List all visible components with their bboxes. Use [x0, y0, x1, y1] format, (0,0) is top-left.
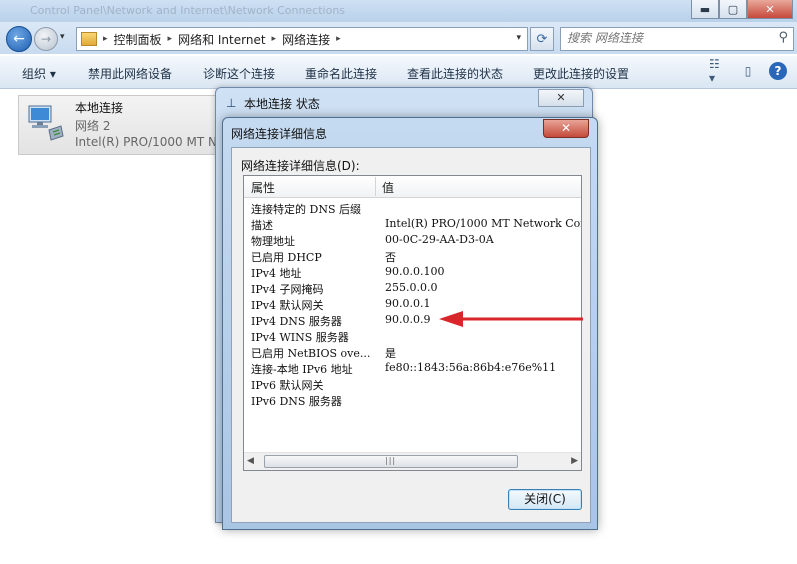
- value-cell: 00-0C-29-AA-D3-0A: [385, 233, 494, 246]
- listview-rows: 连接特定的 DNS 后缀 描述 Intel(R) PRO/1000 MT Netwo…: [244, 200, 581, 408]
- address-dropdown-icon[interactable]: ▾: [516, 33, 521, 43]
- search-box[interactable]: ⚲: [560, 27, 794, 51]
- table-row[interactable]: 连接特定的 DNS 后缀: [244, 200, 581, 216]
- value-cell: 是: [385, 347, 396, 360]
- listview-header: 属性 值: [244, 176, 581, 198]
- property-cell: 连接特定的 DNS 后缀: [251, 203, 361, 216]
- table-row[interactable]: 描述 Intel(R) PRO/1000 MT Network Conn: [244, 216, 581, 232]
- connection-device: Intel(R) PRO/1000 MT N: [75, 135, 217, 149]
- breadcrumb-network-connections[interactable]: 网络连接: [282, 31, 330, 48]
- column-header-value[interactable]: 值: [382, 179, 394, 196]
- help-icon[interactable]: ?: [769, 62, 787, 80]
- property-cell: IPv4 地址: [251, 267, 302, 280]
- maximize-button[interactable]: ▢: [719, 0, 747, 19]
- rename-connection-button[interactable]: 重命名此连接: [305, 65, 377, 82]
- details-label: 网络连接详细信息(D):: [241, 159, 360, 173]
- column-header-property[interactable]: 属性: [251, 179, 275, 196]
- view-status-button[interactable]: 查看此连接的状态: [407, 65, 503, 82]
- property-cell: 连接-本地 IPv6 地址: [251, 363, 353, 376]
- table-row[interactable]: IPv6 默认网关: [244, 376, 581, 392]
- property-cell: 物理地址: [251, 235, 295, 248]
- disable-device-button[interactable]: 禁用此网络设备: [88, 65, 172, 82]
- value-cell: 255.0.0.0: [385, 281, 438, 294]
- chevron-right-icon[interactable]: ▸: [168, 34, 173, 44]
- scroll-right-icon[interactable]: ▶: [571, 456, 578, 466]
- arrow-right-icon: →: [40, 32, 52, 46]
- value-cell: Intel(R) PRO/1000 MT Network Conn: [385, 217, 582, 230]
- arrow-left-icon: ←: [13, 31, 25, 47]
- refresh-icon: ⟳: [536, 31, 548, 47]
- command-bar: 组织 ▾ 禁用此网络设备 诊断这个连接 重命名此连接 查看此连接的状态 更改此连…: [0, 56, 797, 89]
- breadcrumb-network-internet[interactable]: 网络和 Internet: [178, 31, 265, 48]
- caption-buttons: ▬ ▢ ✕: [691, 0, 793, 19]
- control-panel-icon: [81, 32, 97, 46]
- table-row[interactable]: 已启用 NetBIOS ove... 是: [244, 344, 581, 360]
- connection-network: 网络 2: [75, 119, 111, 133]
- close-button[interactable]: ✕: [747, 0, 793, 19]
- chevron-right-icon[interactable]: ▸: [336, 34, 341, 44]
- chevron-right-icon: ▸: [103, 34, 108, 44]
- grip-icon: |||: [385, 456, 397, 465]
- refresh-button[interactable]: ⟳: [530, 27, 554, 51]
- table-row[interactable]: 物理地址 00-0C-29-AA-D3-0A: [244, 232, 581, 248]
- value-cell: 90.0.0.9: [385, 313, 431, 326]
- breadcrumb-control-panel[interactable]: 控制面板: [114, 31, 162, 48]
- column-divider[interactable]: [375, 177, 376, 196]
- property-cell: IPv4 默认网关: [251, 299, 324, 312]
- table-row[interactable]: IPv4 子网掩码 255.0.0.0: [244, 280, 581, 296]
- value-cell: 90.0.0.100: [385, 265, 445, 278]
- scroll-left-icon[interactable]: ◀: [247, 456, 254, 466]
- network-adapter-icon: [28, 105, 64, 141]
- search-icon[interactable]: ⚲: [778, 30, 788, 45]
- property-cell: 已启用 DHCP: [251, 251, 322, 264]
- connection-name: 本地连接: [75, 101, 124, 115]
- status-dialog-title: 本地连接 状态: [244, 97, 320, 111]
- value-cell: 90.0.0.1: [385, 297, 431, 310]
- navigation-bar: ← → ▾ ▸ 控制面板 ▸ 网络和 Internet ▸ 网络连接 ▸ ▾ ⟳…: [0, 22, 797, 54]
- property-cell: IPv6 DNS 服务器: [251, 395, 342, 408]
- back-button[interactable]: ←: [6, 26, 32, 52]
- property-cell: IPv6 默认网关: [251, 379, 324, 392]
- view-controls: ☷ ▾ ▯ ?: [709, 57, 787, 85]
- preview-pane-icon[interactable]: ▯: [739, 62, 757, 80]
- property-cell: IPv4 WINS 服务器: [251, 331, 349, 344]
- diagnose-connection-button[interactable]: 诊断这个连接: [203, 65, 275, 82]
- details-dialog-body: 网络连接详细信息(D): 属性 值 连接特定的 DNS 后缀 描述 Intel(R)…: [231, 147, 591, 523]
- change-view-icon[interactable]: ☷ ▾: [709, 57, 727, 85]
- table-row[interactable]: 已启用 DHCP 否: [244, 248, 581, 264]
- recent-pages-dropdown[interactable]: ▾: [60, 32, 65, 42]
- table-row[interactable]: IPv4 WINS 服务器: [244, 328, 581, 344]
- table-row[interactable]: 连接-本地 IPv6 地址 fe80::1843:56a:86b4:e76e%11: [244, 360, 581, 376]
- table-row[interactable]: IPv4 地址 90.0.0.100: [244, 264, 581, 280]
- details-dialog-title: 网络连接详细信息: [231, 127, 328, 141]
- horizontal-scrollbar[interactable]: ◀ ||| ▶: [244, 452, 581, 470]
- scrollbar-thumb[interactable]: |||: [264, 455, 518, 468]
- value-cell: fe80::1843:56a:86b4:e76e%11: [385, 361, 557, 374]
- annotation-arrow-icon: [439, 311, 583, 327]
- breadcrumb: ▸ 控制面板 ▸ 网络和 Internet ▸ 网络连接 ▸: [103, 31, 347, 48]
- minimize-button[interactable]: ▬: [691, 0, 719, 19]
- network-status-icon: ⊥: [226, 96, 237, 110]
- forward-button[interactable]: →: [34, 27, 58, 51]
- details-dialog-close-icon[interactable]: ✕: [543, 119, 589, 138]
- organize-menu[interactable]: 组织 ▾: [22, 65, 56, 82]
- status-dialog-close-button[interactable]: ✕: [538, 89, 584, 107]
- close-details-button[interactable]: 关闭(C): [508, 489, 582, 510]
- change-settings-button[interactable]: 更改此连接的设置: [533, 65, 629, 82]
- connection-item-local[interactable]: 本地连接 网络 2 Intel(R) PRO/1000 MT N: [18, 95, 235, 155]
- property-cell: IPv4 子网掩码: [251, 283, 324, 296]
- search-input[interactable]: [561, 28, 773, 48]
- address-bar[interactable]: ▸ 控制面板 ▸ 网络和 Internet ▸ 网络连接 ▸ ▾: [76, 27, 528, 51]
- property-cell: IPv4 DNS 服务器: [251, 315, 342, 328]
- value-cell: 否: [385, 251, 396, 264]
- chevron-right-icon[interactable]: ▸: [272, 34, 277, 44]
- table-row[interactable]: IPv6 DNS 服务器: [244, 392, 581, 408]
- window-title: Control Panel\Network and Internet\Netwo…: [30, 4, 346, 17]
- property-cell: 描述: [251, 219, 273, 232]
- property-cell: 已启用 NetBIOS ove...: [251, 347, 371, 360]
- window-titlebar: Control Panel\Network and Internet\Netwo…: [0, 0, 797, 22]
